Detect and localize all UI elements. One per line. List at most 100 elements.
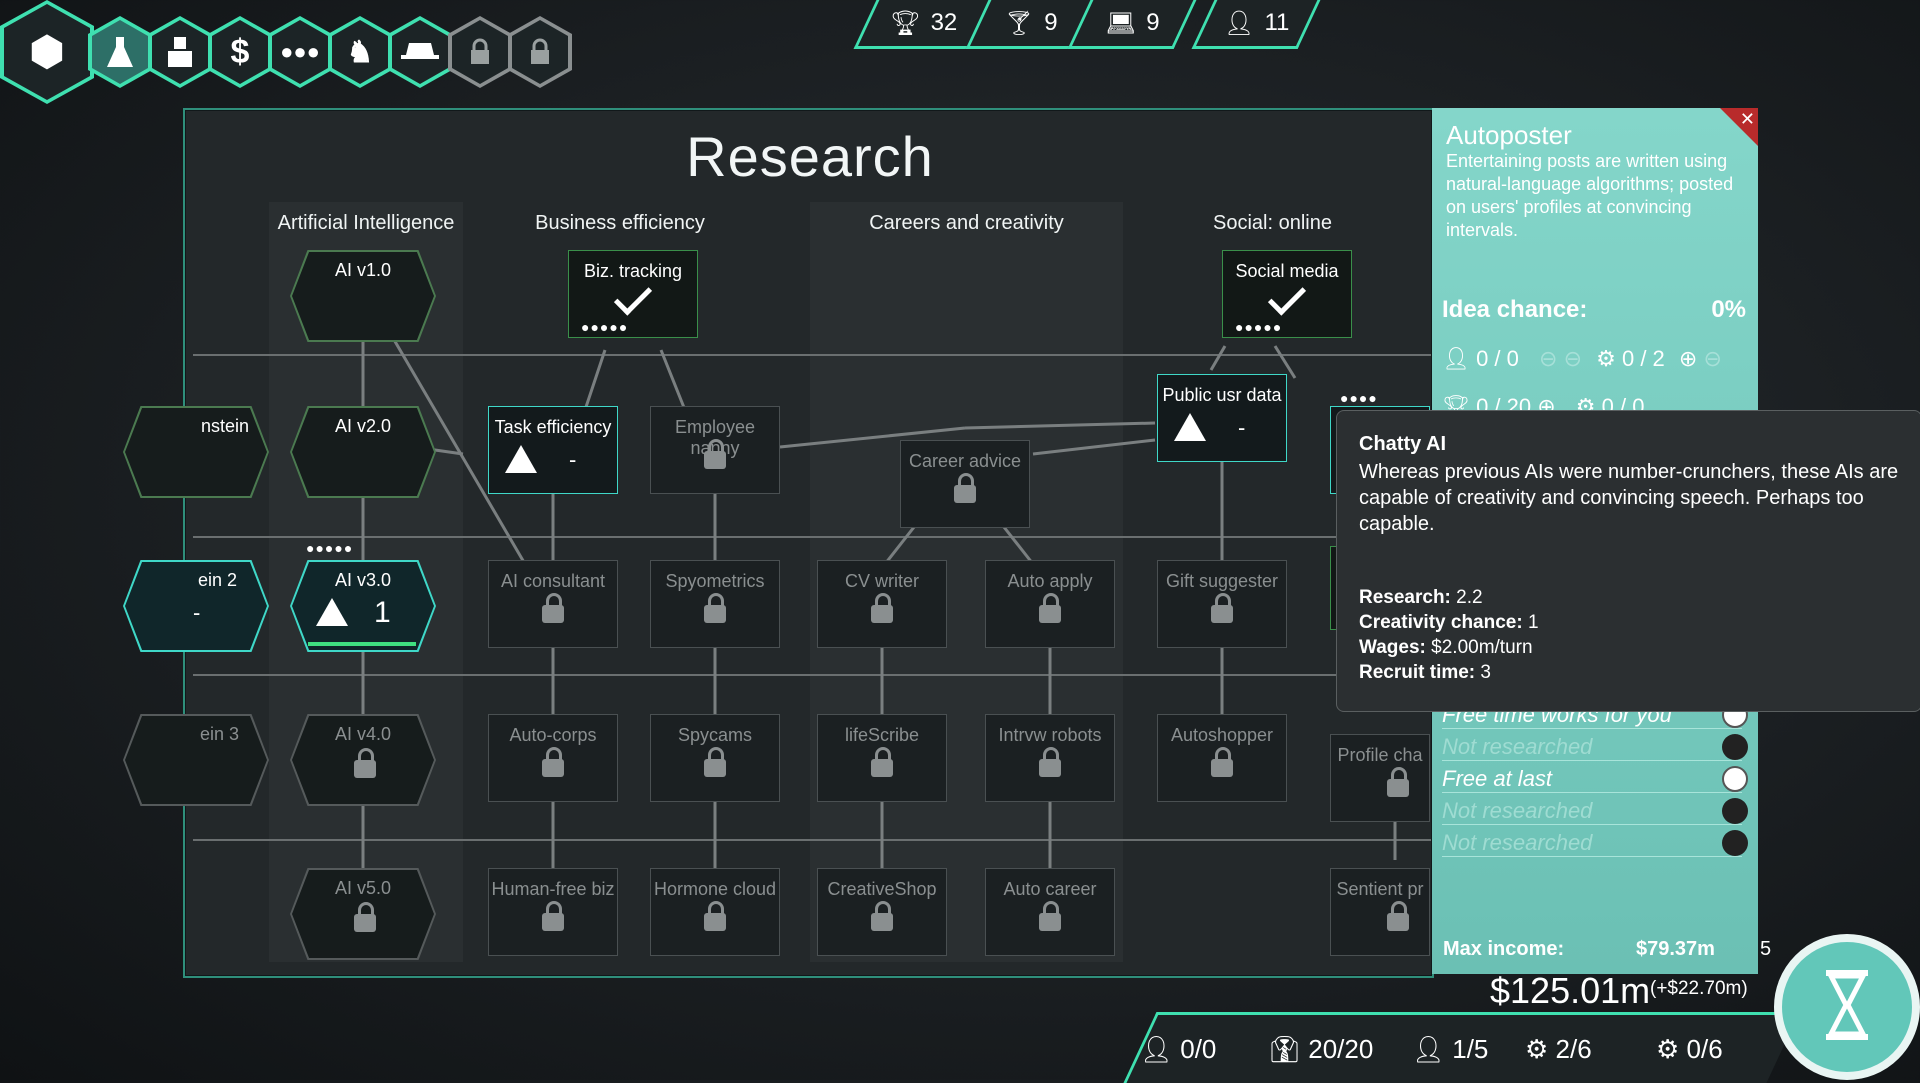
tech-ai-v1[interactable]: AI v1.0 [290,250,436,342]
padlock-icon [871,593,893,623]
counter-workers: 👤︎ 0/0 [1140,1034,1216,1065]
money-delta: (+$22.70m) [1650,978,1748,999]
tech-cv-writer[interactable]: CV writer [817,560,947,648]
hourglass-icon [1826,970,1868,1040]
max-income-value: $79.37m [1636,938,1715,960]
tooltip-title: Chatty AI [1359,433,1447,455]
tech-ai-v5[interactable]: AI v5.0 [290,868,436,960]
detail-title: Autoposter [1446,120,1572,150]
tech-hormone-cloud[interactable]: Hormone cloud [650,868,780,956]
tech-task-efficiency[interactable]: Task efficiency - [488,406,618,494]
tech-label: Career advice [908,451,1022,471]
dollar-icon: $ [230,32,250,71]
nav-research-button[interactable] [88,16,152,88]
padlock-icon [1039,901,1061,931]
tech-label: Auto career [1003,879,1097,899]
staff-row-1: 👤︎ 0 / 0 ⊖ ⊖ ⚙︎ 0 / 2 ⊕ ⊖ [1442,346,1722,372]
person-icon: 👤︎ [1140,1034,1174,1064]
nav-strategy-button[interactable]: ♞ [328,16,392,88]
flask-icon [316,598,348,626]
tech-einstein-3[interactable]: ein 3 [123,714,269,806]
tech-spyometrics[interactable]: Spyometrics [650,560,780,648]
tech-label: Sentient pr [1336,879,1424,899]
tooltip-chatty-ai: Chatty AI Whereas previous AIs were numb… [1336,410,1920,712]
padlock-icon [542,747,564,777]
nav-population-button[interactable]: ●●● [268,16,332,88]
slot-knob [1722,734,1748,760]
plus-button[interactable]: ⊕ [1679,346,1697,371]
padlock-icon [704,901,726,931]
upgrade-slot-3[interactable]: Free at last [1442,766,1748,793]
upgrade-slot-5[interactable]: Not researched [1442,830,1748,857]
resource-value: 9 [1044,9,1058,36]
research-level: - [569,447,577,472]
tech-career-advice[interactable]: Career advice [900,440,1030,528]
tech-einstein-2[interactable]: ein 2 - [123,560,269,652]
tech-creativeshop[interactable]: CreativeShop [817,868,947,956]
nav-staff-button[interactable] [148,16,212,88]
tech-gift-suggester[interactable]: Gift suggester [1157,560,1287,648]
upgrade-slot-2[interactable]: Not researched [1442,734,1748,761]
tech-label: Task efficiency [494,417,612,437]
padlock-icon [542,901,564,931]
minus-button[interactable]: ⊖ [1539,346,1557,371]
resource-value: 32 [930,9,958,36]
tech-auto-apply[interactable]: Auto apply [985,560,1115,648]
tech-ai-v4[interactable]: AI v4.0 [290,714,436,806]
nav-finance-button[interactable]: $ [208,16,272,88]
tech-ai-v2[interactable]: AI v2.0 [290,406,436,498]
tech-label: AI consultant [500,571,606,591]
padlock-icon [871,901,893,931]
tech-employee-nanny[interactable]: Employee nanny [650,406,780,494]
slot-label: Not researched [1442,734,1593,759]
tooltip-stat-research: Research: 2.2 [1359,587,1483,609]
resource-bar: 🏆︎ 32 🍸︎ 9 💻︎ 9 👤︎ 11 [853,0,1325,50]
stat-value: 1 [1527,612,1539,633]
max-income-label: Max income: [1443,938,1565,960]
tech-auto-career[interactable]: Auto career [985,868,1115,956]
padlock-icon [1387,901,1409,931]
minus-button[interactable]: ⊖ [1564,346,1582,371]
padlock-icon [704,439,726,469]
stat-value: 3 [1480,662,1491,683]
nav-locked-button-1[interactable] [448,16,512,88]
tech-ai-consultant[interactable]: AI consultant [488,560,618,648]
padlock-icon [704,747,726,777]
money-total: $125.01m [1490,970,1651,1011]
padlock-icon [871,747,893,777]
nav-locked-button-2[interactable] [508,16,572,88]
tech-autoshopper[interactable]: Autoshopper [1157,714,1287,802]
resource-devices: 💻︎ 9 [1067,0,1197,49]
upgrade-slot-4[interactable]: Not researched [1442,798,1748,825]
hexagons-icon: ⬢ [29,30,65,74]
tech-social-media[interactable]: Social media ●●●●● [1222,250,1352,338]
slot-label: Not researched [1442,830,1593,855]
tech-human-free-biz[interactable]: Human-free biz [488,868,618,956]
tech-lifescribe[interactable]: lifeScribe [817,714,947,802]
nav-spy-button[interactable] [388,16,452,88]
person-icon: 👤︎ [1442,346,1470,371]
tech-intrvw-robots[interactable]: Intrvw robots [985,714,1115,802]
tech-label: CV writer [844,571,919,591]
counter-users: 👤︎ 1/5 [1412,1034,1488,1065]
tech-einstein[interactable]: nstein [123,406,269,498]
tech-profile-cha[interactable]: Profile cha [1330,734,1430,822]
padlock-icon [954,473,976,503]
end-turn-button[interactable] [1774,934,1920,1080]
tech-spycams[interactable]: Spycams [650,714,780,802]
tech-biz-tracking[interactable]: Biz. tracking ●●●●● [568,250,698,338]
tech-label: Biz. tracking [583,261,683,281]
tech-label: Spyometrics [665,571,765,591]
nav-home-button[interactable]: ⬢ [0,0,94,104]
staff-count: 0 / 2 [1621,346,1665,371]
tech-auto-corps[interactable]: Auto-corps [488,714,618,802]
tech-sentient-pr[interactable]: Sentient pr [1330,868,1430,956]
tech-label: Profile cha [1337,745,1423,765]
tech-label: Public usr data [1162,385,1282,405]
minus-button[interactable]: ⊖ [1703,346,1721,371]
padlock-icon [1211,747,1233,777]
padlock-icon [531,38,549,64]
tech-label: CreativeShop [827,879,937,899]
tech-public-usr-data[interactable]: Public usr data - [1157,374,1287,462]
tech-ai-v3[interactable]: AI v3.0 1 [290,560,436,652]
